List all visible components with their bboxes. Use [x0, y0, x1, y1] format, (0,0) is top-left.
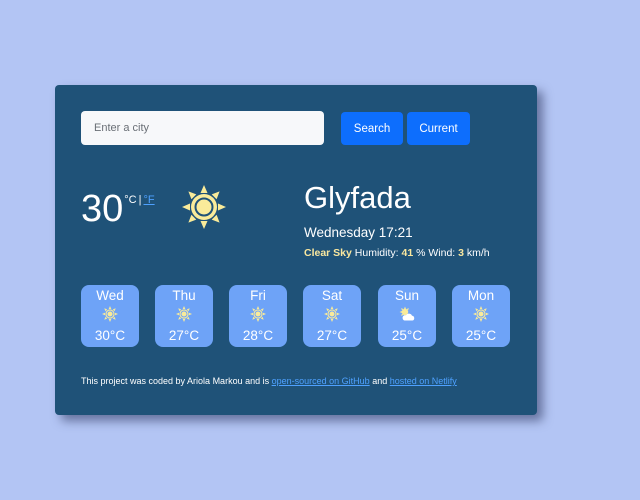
- forecast-temperature: 25°C: [465, 328, 497, 343]
- current-location-button[interactable]: Current: [407, 112, 470, 145]
- forecast-temperature: 30°C: [94, 328, 126, 343]
- humidity-value: 41: [401, 247, 414, 259]
- footer-text-and: and: [372, 376, 388, 386]
- current-temperature: 30°C | °F: [81, 188, 155, 230]
- city-search-input[interactable]: [81, 111, 324, 145]
- forecast-day: Sun 25°C: [378, 285, 436, 347]
- forecast-day: Fri 28°C: [229, 285, 287, 347]
- forecast-day-name: Wed: [96, 288, 124, 303]
- forecast-day: Wed 30°C: [81, 285, 139, 347]
- weather-card: Search Current 30°C|°F Glyfada Wednesday…: [55, 85, 537, 415]
- fahrenheit-link[interactable]: °F: [143, 194, 154, 206]
- footer-text: This project was coded by Ariola Markou …: [81, 376, 270, 386]
- humidity-unit: %: [416, 247, 426, 259]
- forecast-temperature: 27°C: [316, 328, 348, 343]
- wind-value: 3: [458, 247, 464, 259]
- forecast-day: Mon 25°C: [452, 285, 510, 347]
- sun-icon: [324, 306, 340, 322]
- partly-cloudy-icon: [399, 306, 415, 321]
- github-link[interactable]: open-sourced on GitHub: [272, 376, 370, 386]
- forecast-day-name: Sun: [394, 288, 420, 303]
- forecast-temperature: 28°C: [242, 328, 274, 343]
- forecast-day-name: Fri: [250, 288, 266, 303]
- forecast-day-name: Sat: [321, 288, 343, 303]
- weather-description: Clear Sky: [304, 247, 352, 259]
- wind-label: Wind:: [428, 247, 456, 259]
- date-time: Wednesday 17:21: [304, 225, 413, 240]
- sun-icon: [182, 185, 226, 229]
- sun-icon: [102, 306, 118, 322]
- unit-toggle: °C | °F: [124, 194, 154, 206]
- celsius-link[interactable]: °C: [124, 194, 136, 206]
- forecast-temperature: 25°C: [391, 328, 423, 343]
- city-name: Glyfada: [304, 180, 411, 215]
- forecast-temperature: 27°C: [168, 328, 200, 343]
- sun-icon: [176, 306, 192, 322]
- forecast-day: Sat 27°C: [303, 285, 361, 347]
- sun-icon: [473, 306, 489, 322]
- forecast-day: Thu 27°C: [155, 285, 213, 347]
- weather-details: Clear Sky Humidity: 41 % Wind: 3 km/h: [304, 247, 490, 259]
- netlify-link[interactable]: hosted on Netlify: [390, 376, 457, 386]
- search-button[interactable]: Search: [341, 112, 403, 145]
- humidity-label: Humidity:: [354, 247, 399, 259]
- forecast-day-name: Mon: [467, 288, 495, 303]
- unit-separator: |: [138, 194, 142, 206]
- forecast-day-name: Thu: [172, 288, 196, 303]
- sun-icon: [250, 306, 266, 322]
- footer: This project was coded by Ariola Markou …: [81, 376, 457, 386]
- wind-unit: km/h: [466, 247, 490, 259]
- temperature-value: 30: [81, 188, 124, 230]
